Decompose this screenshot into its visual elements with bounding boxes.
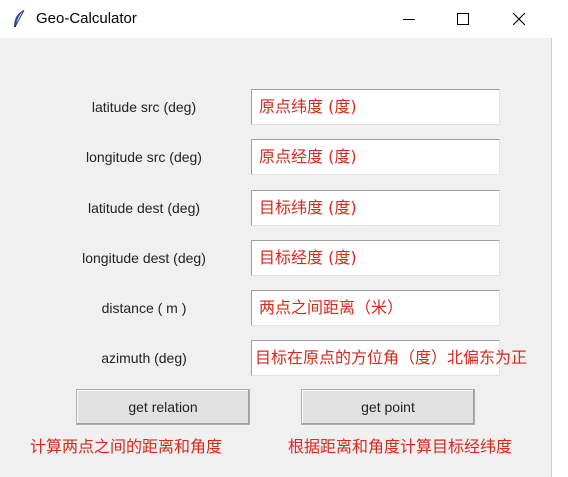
window-title: Geo-Calculator (36, 10, 137, 27)
label-longitude-dest: longitude dest (deg) (82, 250, 206, 266)
label-latitude-src: latitude src (deg) (91, 99, 197, 115)
get-relation-note: 计算两点之间的距离和角度 (30, 437, 223, 456)
label-distance: distance ( m ) (101, 300, 187, 316)
label-longitude-src: longitude src (deg) (86, 149, 202, 165)
maximize-button[interactable] (440, 0, 486, 38)
get-relation-button[interactable]: get relation (76, 389, 250, 425)
label-azimuth: azimuth (deg) (101, 350, 187, 366)
close-button[interactable] (496, 0, 542, 38)
label-latitude-dest: latitude dest (deg) (87, 200, 201, 216)
feather-icon (12, 9, 26, 29)
title-bar[interactable]: Geo-Calculator (0, 0, 552, 38)
get-point-button[interactable]: get point (301, 389, 475, 425)
minimize-button[interactable] (386, 0, 432, 38)
latitude-src-input[interactable]: 原点纬度 (度) (251, 89, 500, 125)
longitude-dest-input[interactable]: 目标经度 (度) (251, 240, 500, 276)
longitude-src-input[interactable]: 原点经度 (度) (251, 139, 500, 175)
latitude-dest-input[interactable]: 目标纬度 (度) (251, 190, 500, 226)
get-point-note: 根据距离和角度计算目标经纬度 (288, 437, 513, 456)
distance-input[interactable]: 两点之间距离（米） (251, 290, 500, 326)
app-window: Geo-Calculator latitude src (deg) 原点纬度 (… (0, 0, 552, 477)
azimuth-input[interactable]: 目标在原点的方位角（度）北偏东为正 (251, 340, 527, 376)
